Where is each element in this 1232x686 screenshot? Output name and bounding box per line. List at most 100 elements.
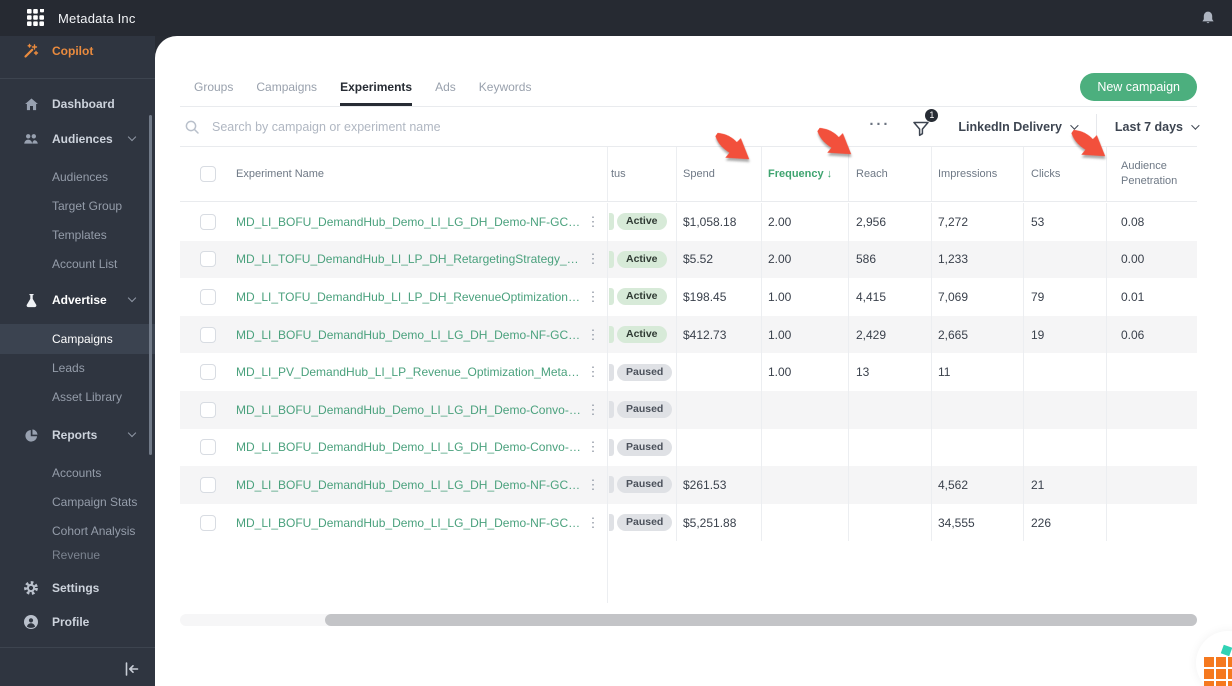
reach-value — [848, 503, 931, 542]
sidebar-item-dashboard[interactable]: Dashboard — [0, 90, 155, 118]
row-checkbox[interactable] — [200, 364, 216, 381]
row-checkbox[interactable] — [200, 326, 216, 343]
column-header-status[interactable]: tus — [607, 147, 676, 201]
experiment-name-link[interactable]: MD_LI_BOFU_DemandHub_Demo_LI_LG_DH_Demo-… — [236, 403, 585, 417]
table-row[interactable]: MD_LI_BOFU_DemandHub_Demo_LI_LG_DH_Demo-… — [180, 315, 1197, 354]
row-menu-kebab-icon[interactable]: ⋮ — [585, 289, 601, 305]
table-row[interactable]: MD_LI_BOFU_DemandHub_Demo_LI_LG_DH_Demo-… — [180, 503, 1197, 542]
audience-penetration-value: 0.06 — [1106, 315, 1197, 354]
sidebar-subitem-accounts[interactable]: Accounts — [0, 459, 155, 487]
sidebar-item-label: Dashboard — [52, 97, 115, 111]
sidebar-subitem-revenue[interactable]: Revenue — [0, 548, 155, 561]
status-pill-fragment — [609, 213, 614, 231]
sidebar-item-advertise[interactable]: Advertise — [0, 286, 155, 314]
table-row[interactable]: MD_LI_BOFU_DemandHub_Demo_LI_LG_DH_Demo-… — [180, 428, 1197, 467]
toolbar-controls: ··· 1 LinkedIn Delivery Last 7 days — [869, 108, 1200, 140]
sidebar-subitem-target-group[interactable]: Target Group — [0, 192, 155, 220]
experiment-name-link[interactable]: MD_LI_PV_DemandHub_LI_LP_Revenue_Optimiz… — [236, 365, 585, 379]
column-header-reach[interactable]: Reach — [848, 147, 931, 201]
horizontal-scrollbar-thumb[interactable] — [325, 614, 1197, 626]
column-header-audience-penetration[interactable]: Audience Penetration — [1106, 147, 1197, 201]
sidebar-item-profile[interactable]: Profile — [0, 608, 155, 636]
experiment-name-link[interactable]: MD_LI_BOFU_DemandHub_Demo_LI_LG_DH_Demo-… — [236, 215, 585, 229]
home-icon — [22, 95, 40, 113]
sidebar-subitem-account-list[interactable]: Account List — [0, 250, 155, 278]
sidebar-subitem-audiences[interactable]: Audiences — [0, 163, 155, 191]
frequency-value: 1.00 — [761, 353, 848, 391]
sidebar-item-reports[interactable]: Reports — [0, 421, 155, 449]
sidebar-subitem-campaigns[interactable]: Campaigns — [0, 325, 155, 353]
sidebar-item-settings[interactable]: Settings — [0, 574, 155, 602]
sidebar-subitem-templates[interactable]: Templates — [0, 221, 155, 249]
experiment-name-link[interactable]: MD_LI_BOFU_DemandHub_Demo_LI_LG_DH_Demo-… — [236, 440, 585, 454]
sidebar-item-label: Reports — [52, 428, 98, 442]
filter-funnel-icon[interactable]: 1 — [912, 108, 939, 138]
experiment-name-link[interactable]: MD_LI_BOFU_DemandHub_Demo_LI_LG_DH_Demo-… — [236, 478, 585, 492]
collapse-sidebar-icon[interactable] — [123, 660, 141, 678]
row-checkbox[interactable] — [200, 476, 216, 493]
new-campaign-button[interactable]: New campaign — [1080, 73, 1197, 101]
tab-keywords[interactable]: Keywords — [479, 72, 532, 106]
sidebar-subitem-campaign-stats[interactable]: Campaign Stats — [0, 488, 155, 516]
row-menu-kebab-icon[interactable]: ⋮ — [585, 214, 601, 230]
audience-penetration-value: 0.01 — [1106, 278, 1197, 316]
experiment-name-link[interactable]: MD_LI_BOFU_DemandHub_Demo_LI_LG_DH_Demo-… — [236, 328, 585, 342]
top-bar: Metadata Inc — [0, 0, 1232, 36]
experiment-name-link[interactable]: MD_LI_TOFU_DemandHub_LI_LP_DH_RevenueOpt… — [236, 290, 585, 304]
sidebar-item-label: Audiences — [52, 132, 113, 146]
row-checkbox[interactable] — [200, 251, 216, 268]
table-row[interactable]: MD_LI_BOFU_DemandHub_Demo_LI_LG_DH_Demo-… — [180, 466, 1197, 504]
more-options-icon[interactable]: ··· — [869, 116, 890, 137]
row-menu-kebab-icon[interactable]: ⋮ — [585, 327, 601, 343]
row-menu-kebab-icon[interactable]: ⋮ — [585, 477, 601, 493]
filter-count-badge: 1 — [925, 108, 939, 122]
table-row[interactable]: MD_LI_TOFU_DemandHub_LI_LP_DH_RevenueOpt… — [180, 278, 1197, 316]
reach-value: 13 — [848, 353, 931, 391]
tab-campaigns[interactable]: Campaigns — [256, 72, 317, 106]
tab-experiments[interactable]: Experiments — [340, 72, 413, 106]
status-pill-fragment — [609, 438, 614, 456]
status-badge: Paused — [617, 476, 673, 494]
reach-value — [848, 466, 931, 504]
sidebar-scrollbar[interactable] — [149, 115, 152, 455]
brand-name: Metadata Inc — [58, 10, 136, 26]
sidebar-item-audiences[interactable]: Audiences — [0, 125, 155, 153]
row-checkbox[interactable] — [200, 514, 216, 531]
tab-ads[interactable]: Ads — [435, 72, 456, 106]
row-checkbox[interactable] — [200, 288, 216, 305]
reach-value: 2,429 — [848, 315, 931, 354]
sidebar-subitem-asset-library[interactable]: Asset Library — [0, 383, 155, 411]
row-menu-kebab-icon[interactable]: ⋮ — [585, 515, 601, 531]
experiment-name-link[interactable]: MD_LI_TOFU_DemandHub_LI_LP_DH_Retargetin… — [236, 252, 585, 266]
row-menu-kebab-icon[interactable]: ⋮ — [585, 439, 601, 455]
table-row[interactable]: MD_LI_BOFU_DemandHub_Demo_LI_LG_DH_Demo-… — [180, 203, 1197, 241]
date-range-dropdown[interactable]: Last 7 days — [1115, 120, 1200, 134]
frequency-value — [761, 390, 848, 429]
delivery-dropdown[interactable]: LinkedIn Delivery — [958, 120, 1079, 134]
frequency-value — [761, 466, 848, 504]
column-header-impressions[interactable]: Impressions — [931, 147, 1023, 201]
experiment-name-link[interactable]: MD_LI_BOFU_DemandHub_Demo_LI_LG_DH_Demo-… — [236, 516, 585, 530]
status-badge: Active — [617, 250, 667, 268]
sidebar-subitem-leads[interactable]: Leads — [0, 354, 155, 382]
horizontal-scrollbar-track[interactable] — [180, 614, 1197, 626]
tab-groups[interactable]: Groups — [194, 72, 233, 106]
row-menu-kebab-icon[interactable]: ⋮ — [585, 364, 601, 380]
notifications-bell-icon[interactable] — [1200, 10, 1216, 26]
table-row[interactable]: MD_LI_BOFU_DemandHub_Demo_LI_LG_DH_Demo-… — [180, 390, 1197, 429]
search-input[interactable] — [212, 119, 532, 134]
sidebar-divider — [0, 78, 155, 79]
sidebar-item-label: Copilot — [52, 44, 94, 58]
row-menu-kebab-icon[interactable]: ⋮ — [585, 402, 601, 418]
row-menu-kebab-icon[interactable]: ⋮ — [585, 251, 601, 267]
row-checkbox[interactable] — [200, 439, 216, 456]
table-row[interactable]: MD_LI_PV_DemandHub_LI_LP_Revenue_Optimiz… — [180, 353, 1197, 391]
spend-value: $198.45 — [676, 278, 761, 316]
sidebar-item-copilot[interactable]: Copilot — [0, 37, 155, 65]
row-checkbox[interactable] — [200, 401, 216, 418]
sidebar-subitem-cohort-analysis[interactable]: Cohort Analysis — [0, 517, 155, 545]
table-row[interactable]: MD_LI_TOFU_DemandHub_LI_LP_DH_Retargetin… — [180, 240, 1197, 279]
row-checkbox[interactable] — [200, 213, 216, 230]
column-header-experiment-name[interactable]: Experiment Name — [216, 147, 607, 201]
select-all-checkbox[interactable] — [200, 166, 216, 182]
